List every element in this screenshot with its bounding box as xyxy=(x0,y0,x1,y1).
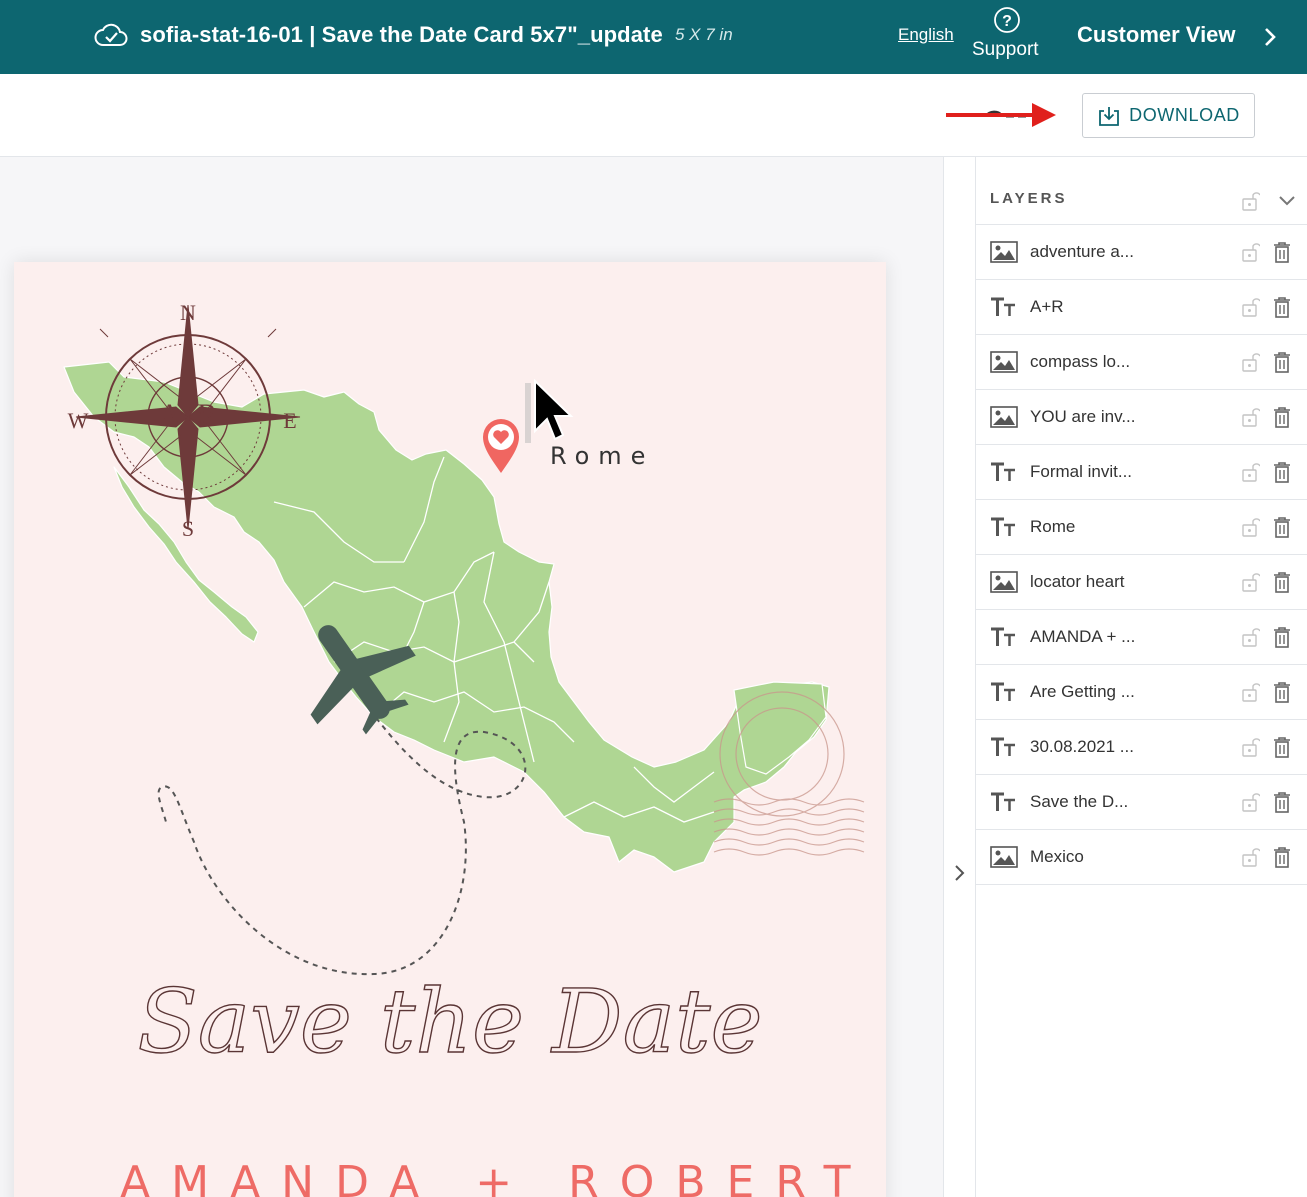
layers-header: LAYERS xyxy=(976,170,1307,225)
chevron-right-icon[interactable] xyxy=(1262,26,1278,48)
unlock-icon[interactable] xyxy=(1242,626,1260,648)
download-icon xyxy=(1099,106,1119,126)
trash-icon[interactable] xyxy=(1273,736,1291,758)
document-title: sofia-stat-16-01 | Save the Date Card 5x… xyxy=(140,22,663,47)
unlock-icon[interactable] xyxy=(1242,791,1260,813)
unlock-icon[interactable] xyxy=(1242,846,1260,868)
image-layer-icon xyxy=(990,351,1018,373)
download-label: DOWNLOAD xyxy=(1129,105,1240,125)
chevron-right-icon[interactable] xyxy=(954,863,966,883)
card-artwork: A+R N S E W Save the Date xyxy=(63,300,865,1074)
image-layer-icon xyxy=(990,571,1018,593)
text-layer-icon xyxy=(991,462,1015,481)
text-layer-icon xyxy=(991,517,1015,536)
locator-heart-icon xyxy=(483,419,519,473)
layer-row[interactable]: YOU are inv... xyxy=(976,390,1307,445)
cloud-saved-icon xyxy=(94,23,128,46)
layers-panel: LAYERS adventure a... A+R compass lo... YOU… xyxy=(976,157,1307,1197)
annotation-arrow-icon xyxy=(946,103,1056,127)
trash-icon[interactable] xyxy=(1273,571,1291,593)
layer-row[interactable]: adventure a... xyxy=(976,225,1307,280)
mouse-cursor-icon xyxy=(525,379,574,443)
trash-icon[interactable] xyxy=(1273,406,1291,428)
trash-icon[interactable] xyxy=(1273,351,1291,373)
unlock-icon[interactable] xyxy=(1242,241,1260,263)
panel-toggle-strip xyxy=(943,157,976,1197)
image-layer-icon xyxy=(990,406,1018,428)
compass-south: S xyxy=(182,516,194,541)
layer-row[interactable]: A+R xyxy=(976,280,1307,335)
document-size: 5 X 7 in xyxy=(675,25,733,44)
image-layer-icon xyxy=(990,846,1018,868)
layer-name: YOU are inv... xyxy=(1030,407,1136,426)
text-layer-icon xyxy=(991,627,1015,646)
unlock-icon[interactable] xyxy=(1242,296,1260,318)
save-the-date-card[interactable]: A+R N S E W Save the Date Rome AMANDA + … xyxy=(14,262,886,1197)
trash-icon[interactable] xyxy=(1273,846,1291,868)
trash-icon[interactable] xyxy=(1273,296,1291,318)
compass-monogram: A+R xyxy=(159,398,218,431)
unlock-icon[interactable] xyxy=(1242,190,1260,212)
layer-name: locator heart xyxy=(1030,572,1125,591)
language-link[interactable]: English xyxy=(898,25,954,45)
layer-name: adventure a... xyxy=(1030,242,1134,261)
customer-view-button[interactable]: Customer View xyxy=(1077,22,1236,48)
chevron-down-icon[interactable] xyxy=(1277,194,1297,208)
layer-name: Mexico xyxy=(1030,847,1084,866)
unlock-icon[interactable] xyxy=(1242,461,1260,483)
layer-name: AMANDA + ... xyxy=(1030,627,1136,646)
trash-icon[interactable] xyxy=(1273,461,1291,483)
layer-row[interactable]: Are Getting ... xyxy=(976,665,1307,720)
layer-name: Are Getting ... xyxy=(1030,682,1135,701)
layer-row[interactable]: Save the D... xyxy=(976,775,1307,830)
compass-west: W xyxy=(68,408,89,433)
unlock-icon[interactable] xyxy=(1242,406,1260,428)
help-icon[interactable]: ? xyxy=(993,6,1021,34)
trash-icon[interactable] xyxy=(1273,626,1291,648)
svg-text:?: ? xyxy=(1002,13,1012,30)
layer-row[interactable]: Mexico xyxy=(976,830,1307,885)
layer-name: Formal invit... xyxy=(1030,462,1133,481)
text-layer-icon xyxy=(991,737,1015,756)
unlock-icon[interactable] xyxy=(1242,681,1260,703)
trash-icon[interactable] xyxy=(1273,241,1291,263)
layer-row[interactable]: Rome xyxy=(976,500,1307,555)
couple-names: AMANDA + ROBERT xyxy=(120,1157,872,1197)
design-canvas[interactable]: A+R N S E W Save the Date Rome AMANDA + … xyxy=(0,157,943,1197)
trash-icon[interactable] xyxy=(1273,791,1291,813)
layer-name: compass lo... xyxy=(1030,352,1131,371)
layer-row[interactable]: locator heart xyxy=(976,555,1307,610)
download-button[interactable]: DOWNLOAD xyxy=(1082,93,1255,138)
compass-east: E xyxy=(283,408,296,433)
unlock-icon[interactable] xyxy=(1242,571,1260,593)
layer-row[interactable]: Formal invit... xyxy=(976,445,1307,500)
layer-row[interactable]: AMANDA + ... xyxy=(976,610,1307,665)
support-link[interactable]: Support xyxy=(972,39,1039,61)
image-layer-icon xyxy=(990,241,1018,263)
unlock-icon[interactable] xyxy=(1242,351,1260,373)
layer-row[interactable]: compass lo... xyxy=(976,335,1307,390)
trash-icon[interactable] xyxy=(1273,516,1291,538)
layer-name: A+R xyxy=(1030,297,1064,316)
layer-row[interactable]: 30.08.2021 ... xyxy=(976,720,1307,775)
layer-name: 30.08.2021 ... xyxy=(1030,737,1134,756)
layers-title: LAYERS xyxy=(990,190,1068,207)
text-layer-icon xyxy=(991,682,1015,701)
layer-name: Save the D... xyxy=(1030,792,1129,811)
script-heading: Save the Date xyxy=(137,970,762,1073)
unlock-icon[interactable] xyxy=(1242,516,1260,538)
layer-name: Rome xyxy=(1030,517,1076,536)
top-bar: sofia-stat-16-01 | Save the Date Card 5x… xyxy=(0,0,1307,74)
trash-icon[interactable] xyxy=(1273,681,1291,703)
unlock-icon[interactable] xyxy=(1242,736,1260,758)
compass-north: N xyxy=(180,300,196,325)
text-layer-icon xyxy=(991,792,1015,811)
text-layer-icon xyxy=(991,297,1015,316)
